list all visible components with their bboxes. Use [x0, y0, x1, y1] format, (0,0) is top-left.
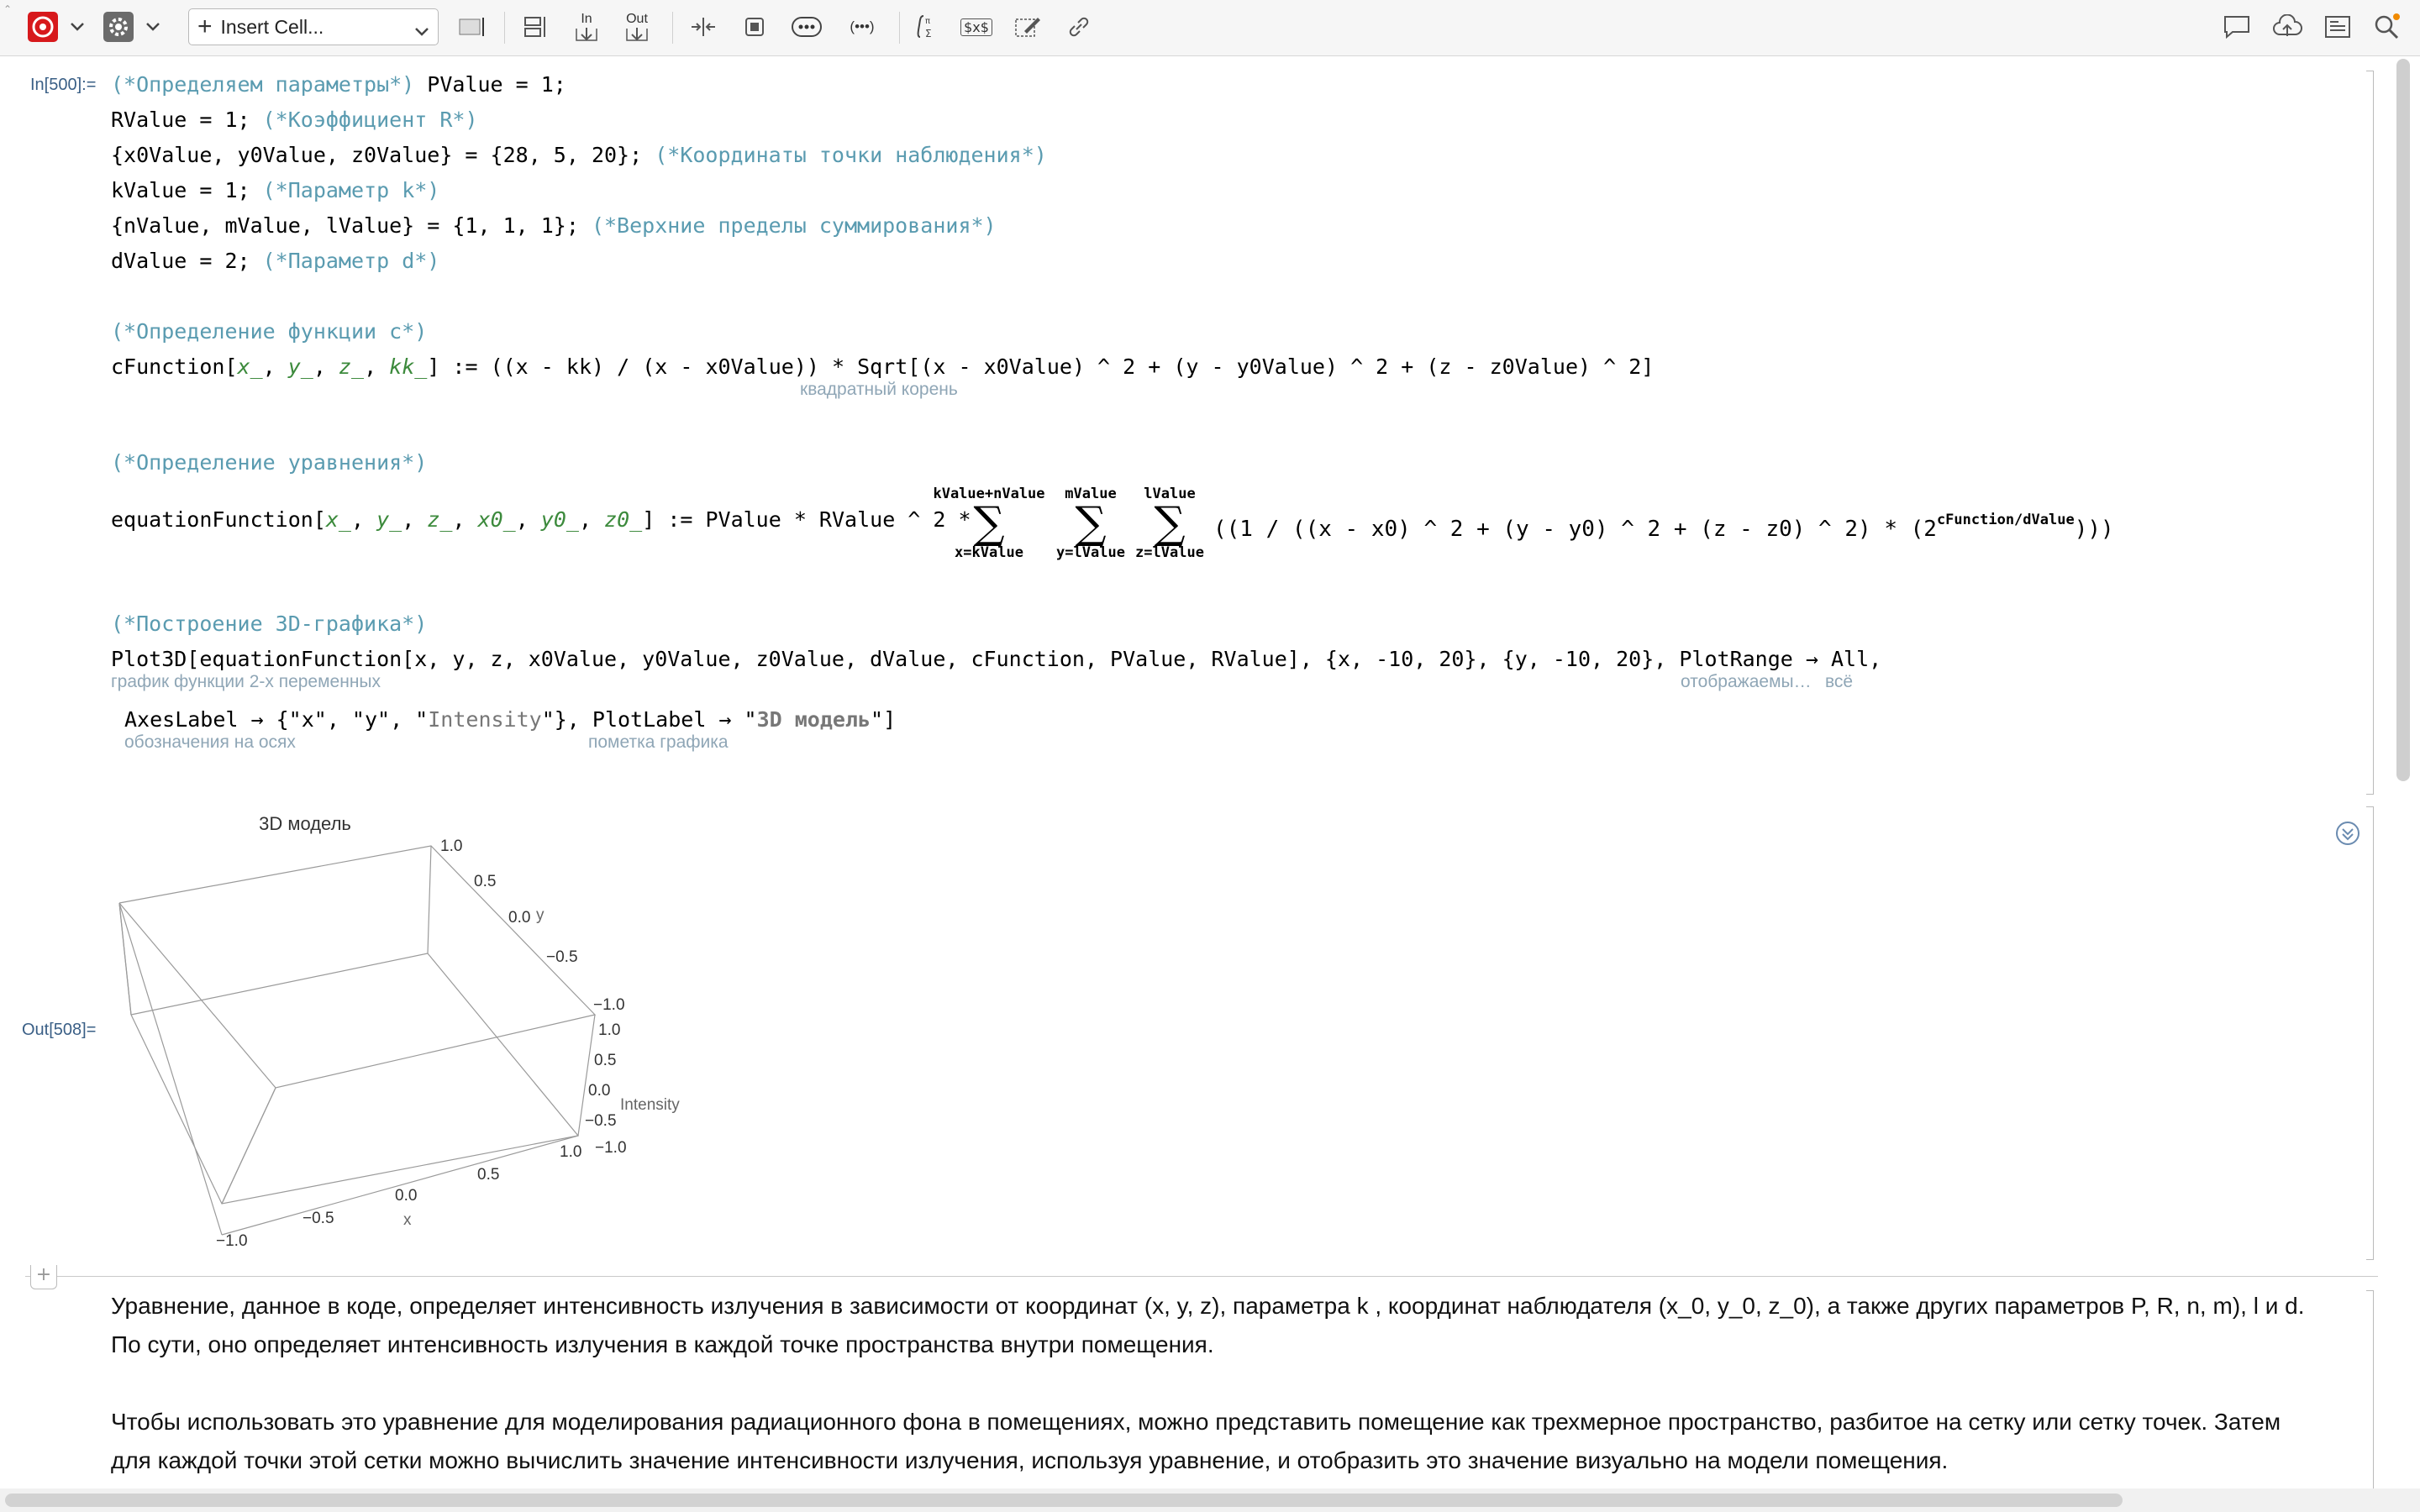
- plot-box-edge: [119, 903, 222, 1204]
- text-paragraph-1-line-1: Уравнение, данное в коде, определяет инт…: [111, 1293, 2305, 1319]
- plot-title: 3D модель: [259, 813, 351, 834]
- z-tick: −1.0: [595, 1139, 627, 1157]
- z-tick: −0.5: [585, 1112, 617, 1130]
- plus-icon: +: [197, 13, 213, 40]
- code-line-11-comment[interactable]: (*Построение 3D-графика*): [111, 612, 427, 637]
- z-tick: 0.0: [588, 1082, 610, 1100]
- y-tick: −1.0: [593, 996, 625, 1014]
- horizontal-scrollbar[interactable]: [0, 1488, 2420, 1512]
- toolbar-divider: [672, 12, 673, 44]
- code-line-12[interactable]: Plot3D[equationFunction[x, y, z, x0Value…: [111, 647, 1881, 672]
- hint-sqrt: квадратный корень: [800, 380, 958, 399]
- code-line-4[interactable]: kValue = 1; (*Параметр k*): [111, 178, 439, 203]
- horizontal-scrollbar-thumb[interactable]: [5, 1494, 2123, 1507]
- cell-group-icon[interactable]: [517, 9, 554, 45]
- x-axis-label: x: [403, 1211, 412, 1229]
- more-button[interactable]: [788, 9, 825, 45]
- output-cell-label: Out[508]=: [22, 1021, 97, 1039]
- input-cell-label: In[500]:=: [30, 76, 97, 94]
- hint-plot3d: график функции 2-х переменных: [111, 672, 381, 691]
- in-label: In: [581, 12, 592, 26]
- x-tick: 0.0: [395, 1187, 417, 1205]
- code-line-8[interactable]: cFunction[x_, y_, z_, kk_] := ((x - kk) …: [111, 354, 1654, 380]
- chat-icon[interactable]: [2218, 9, 2255, 45]
- plot-box-edge: [427, 845, 432, 954]
- hint-plotrange: отображаемы…: [1681, 672, 1812, 691]
- x-tick: 1.0: [560, 1143, 581, 1161]
- sum-z[interactable]: lValue ∑ z=lValue: [1124, 486, 1215, 561]
- sum-x[interactable]: kValue+nValue ∑ x=kValue: [923, 486, 1055, 561]
- y-tick: −0.5: [546, 948, 578, 966]
- plot-box: [118, 845, 597, 1205]
- text-paragraph-1-line-2: По сути, оно определяет интенсивность из…: [111, 1331, 1214, 1357]
- chevron-down-icon[interactable]: [143, 9, 163, 45]
- tex-input-button[interactable]: $x$: [958, 9, 995, 45]
- vertical-scrollbar-thumb[interactable]: [2396, 59, 2410, 781]
- text-paragraph-2-line-2: для каждой точки этой сетки можно вычисл…: [111, 1447, 1949, 1473]
- hint-axeslabel: обозначения на осях: [124, 732, 296, 752]
- hint-plotlabel: пометка графика: [588, 732, 729, 752]
- svg-text:π: π: [925, 17, 930, 26]
- code-line-2[interactable]: RValue = 1; (*Коэффициент R*): [111, 108, 478, 133]
- z-axis-label: Intensity: [620, 1096, 680, 1114]
- hint-all: всё: [1825, 672, 1854, 691]
- toolbar-divider: [899, 12, 900, 44]
- x-tick: 0.5: [477, 1166, 499, 1184]
- add-cell-icon[interactable]: +: [30, 1265, 57, 1289]
- link-icon[interactable]: [1060, 9, 1097, 45]
- collapse-output-icon[interactable]: [2334, 820, 2361, 850]
- x-tick: −0.5: [302, 1210, 334, 1227]
- dots-button[interactable]: (•••): [839, 9, 886, 45]
- code-line-10-head[interactable]: equationFunction[x_, y_, z_, x0_, y0_, z…: [111, 507, 971, 533]
- code-line-7-comment[interactable]: (*Определение функции c*): [111, 319, 427, 344]
- plot-box-edge: [118, 902, 223, 1236]
- chevron-down-icon[interactable]: [67, 9, 87, 45]
- insert-cell-label: Insert Cell...: [220, 15, 324, 38]
- code-line-9-comment[interactable]: (*Определение уравнения*): [111, 450, 427, 475]
- notebook-toolbar: + Insert Cell... In Out (•••) πΣ $x$: [0, 0, 2420, 56]
- cell-style-icon[interactable]: [454, 9, 491, 45]
- y-axis-label: y: [536, 906, 544, 924]
- integral-sum-icon[interactable]: πΣ: [908, 9, 944, 45]
- y-tick: 0.5: [474, 873, 496, 890]
- insert-cell-dropdown[interactable]: + Insert Cell...: [188, 8, 439, 45]
- plot-box-top: [118, 845, 597, 1089]
- frame-icon[interactable]: [736, 9, 773, 45]
- cloud-upload-icon[interactable]: [2269, 9, 2306, 45]
- gear-icon[interactable]: [101, 9, 136, 45]
- y-tick: 1.0: [440, 837, 462, 855]
- code-line-5[interactable]: {nValue, mValue, lValue} = {1, 1, 1}; (*…: [111, 213, 997, 239]
- cell-insertion-line[interactable]: [25, 1276, 2378, 1277]
- search-icon[interactable]: [2368, 9, 2405, 45]
- input-cell-bracket[interactable]: [2366, 71, 2374, 795]
- z-tick: 0.5: [594, 1052, 616, 1069]
- code-line-10-body[interactable]: ((1 / ((x - x0) ^ 2 + (y - y0) ^ 2 + (z …: [1213, 507, 2114, 542]
- evaluate-out-button[interactable]: Out: [618, 9, 655, 45]
- plot-box-bottom: [130, 953, 580, 1205]
- toolbar-divider: [504, 12, 505, 44]
- code-line-13[interactable]: AxesLabel → {"x", "y", "Intensity"}, Plo…: [124, 707, 896, 732]
- text-paragraph-2-line-1: Чтобы использовать это уравнение для мод…: [111, 1409, 2281, 1435]
- x-tick: −1.0: [216, 1232, 248, 1250]
- out-label: Out: [626, 12, 648, 26]
- output-cell-bracket[interactable]: [2366, 806, 2374, 1260]
- z-tick: 1.0: [598, 1021, 620, 1039]
- scroll-up-icon[interactable]: ⌃: [3, 3, 12, 15]
- plot-box-edge: [221, 1135, 579, 1236]
- text-cell-bracket[interactable]: [2366, 1290, 2374, 1502]
- plot3d-graphic[interactable]: 3D модель 1.0 0.5 0.0 y −0.5 −1.0 1.0 0.…: [101, 802, 706, 1256]
- plot-box-edge: [221, 1087, 276, 1205]
- wolfram-logo-icon[interactable]: [25, 9, 60, 45]
- chevron-down-icon: [414, 19, 429, 42]
- sum-y[interactable]: mValue ∑ y=lValue: [1045, 486, 1136, 561]
- code-line-6[interactable]: dValue = 2; (*Параметр d*): [111, 249, 439, 274]
- notebook-icon[interactable]: [2319, 9, 2356, 45]
- svg-text:Σ: Σ: [925, 28, 932, 39]
- code-line-1[interactable]: (*Определяем параметры*) PValue = 1;: [111, 72, 566, 97]
- split-cell-icon[interactable]: [685, 9, 722, 45]
- evaluate-in-button[interactable]: In: [568, 9, 605, 45]
- code-line-3[interactable]: {x0Value, y0Value, z0Value} = {28, 5, 20…: [111, 143, 1047, 168]
- drawing-tools-icon[interactable]: [1010, 9, 1047, 45]
- y-tick: 0.0: [508, 909, 530, 927]
